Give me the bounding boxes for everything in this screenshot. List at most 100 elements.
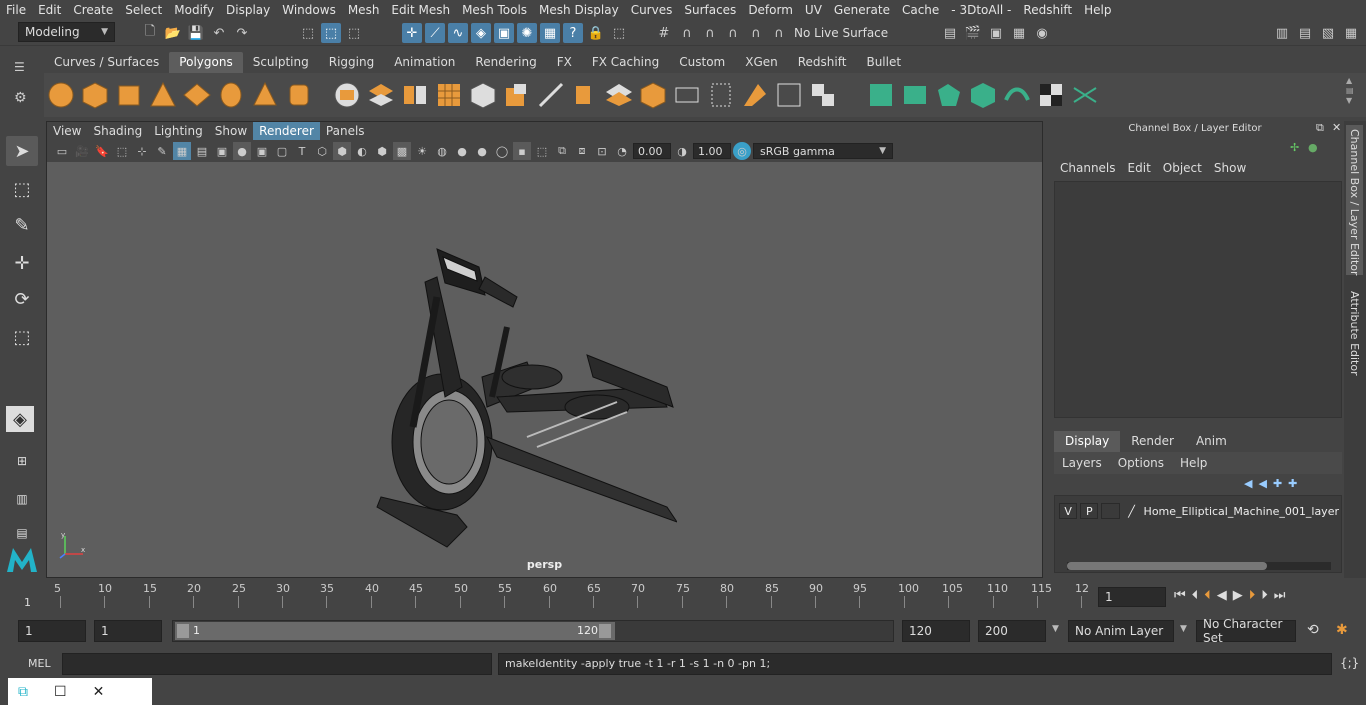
color-space-dropdown[interactable]: sRGB gamma ▼ (753, 143, 893, 159)
layer-visibility-toggle[interactable]: V (1059, 503, 1078, 519)
menu-file[interactable]: File (0, 3, 32, 17)
menu-create[interactable]: Create (67, 3, 119, 17)
motion-blur-icon[interactable]: ● (473, 142, 491, 160)
smudge-uv-icon[interactable] (1002, 80, 1032, 110)
range-end-grip[interactable] (599, 624, 611, 638)
layer-tab-display[interactable]: Display (1054, 431, 1121, 452)
insert-edge-loop-icon[interactable] (570, 80, 600, 110)
play-forwards-icon[interactable]: ▶ (1233, 588, 1243, 603)
channel-box-icon[interactable]: ▦ (1341, 23, 1361, 43)
poly-pipe-icon[interactable] (284, 80, 314, 110)
float-panel-icon[interactable]: ⧉ (1316, 121, 1324, 135)
menu-icon[interactable]: ☰ (14, 60, 25, 74)
film-gate-icon[interactable]: ▤ (193, 142, 211, 160)
exposure-field[interactable]: 0.00 (633, 143, 671, 159)
new-scene-icon[interactable]: 🗋 (140, 23, 160, 43)
smooth-shade-icon[interactable]: ⬢ (333, 142, 351, 160)
wireframe-on-shaded-icon[interactable]: ⬢ (373, 142, 391, 160)
two-pane-layout-icon[interactable]: ▥ (6, 484, 38, 514)
menu-select[interactable]: Select (119, 3, 168, 17)
step-back-frame-icon[interactable]: ⏴ (1204, 588, 1211, 603)
lock-selection-icon[interactable]: 🔒 (586, 23, 606, 43)
wireframe-icon[interactable]: ⬡ (313, 142, 331, 160)
snap-live-icon[interactable]: ∩ (746, 23, 766, 43)
symmetry-icon[interactable] (1070, 80, 1100, 110)
resolution-gate-icon[interactable]: ▣ (213, 142, 231, 160)
default-material-icon[interactable]: ◐ (353, 142, 371, 160)
playback-end-field[interactable]: 120 (902, 620, 970, 642)
menu-mesh[interactable]: Mesh (342, 3, 386, 17)
scrollbar-thumb[interactable] (1067, 562, 1267, 570)
bookmark-icon[interactable]: 🔖 (93, 142, 111, 160)
close-icon[interactable]: ✕ (93, 684, 105, 700)
shelf-tab-rendering[interactable]: Rendering (465, 52, 546, 73)
multi-cut-icon[interactable] (604, 80, 634, 110)
open-scene-icon[interactable]: 📂 (163, 23, 183, 43)
depth-of-field-icon[interactable]: ▪ (513, 142, 531, 160)
gamma-field[interactable]: 1.00 (693, 143, 731, 159)
animation-end-field[interactable]: 200 (978, 620, 1046, 642)
viewport-panel[interactable]: View Shading Lighting Show Renderer Panels ▭ … (46, 121, 1043, 578)
menu-cache[interactable]: Cache (896, 3, 945, 17)
poly-cone-icon[interactable] (148, 80, 178, 110)
poly-pyramid-icon[interactable] (250, 80, 280, 110)
save-scene-icon[interactable]: 💾 (186, 23, 206, 43)
color-management-icon[interactable]: ◎ (733, 142, 751, 160)
menu-modify[interactable]: Modify (168, 3, 220, 17)
snap-grid-icon[interactable]: # (654, 23, 674, 43)
poly-torus-icon[interactable] (216, 80, 246, 110)
snap-curve-icon[interactable]: ∩ (677, 23, 697, 43)
step-back-key-icon[interactable]: ⏴ (1192, 588, 1199, 603)
layer-name[interactable]: Home_Elliptical_Machine_001_layer (1144, 505, 1339, 518)
shelf-tab-sculpting[interactable]: Sculpting (243, 52, 319, 73)
anti-aliasing-icon[interactable]: ◯ (493, 142, 511, 160)
channel-box-area[interactable] (1054, 181, 1342, 418)
shelf-tab-polygons[interactable]: Polygons (169, 52, 243, 73)
menu-generate[interactable]: Generate (828, 3, 896, 17)
shelf-tab-fx-caching[interactable]: FX Caching (582, 52, 669, 73)
chevron-down-icon[interactable]: ▼ (1052, 624, 1059, 634)
poly-cube-icon[interactable] (80, 80, 110, 110)
xray-icon[interactable]: ▩ (393, 142, 411, 160)
shelf-tab-custom[interactable]: Custom (669, 52, 735, 73)
maya-window-icon[interactable]: ⧉ (18, 684, 28, 700)
poly-plane-icon[interactable] (182, 80, 212, 110)
screen-space-ao-icon[interactable]: ● (453, 142, 471, 160)
layer-playback-toggle[interactable]: P (1080, 503, 1099, 519)
viewport-menu-shading[interactable]: Shading (87, 122, 148, 140)
layer-list-scrollbar[interactable] (1067, 562, 1331, 570)
range-slider-handle[interactable] (175, 622, 615, 640)
manipulator-icon[interactable]: ✢ (1290, 141, 1299, 154)
safe-action-icon[interactable]: ▢ (273, 142, 291, 160)
bridge-icon[interactable] (536, 80, 566, 110)
layer-tab-render[interactable]: Render (1120, 431, 1185, 452)
poly-cylinder-icon[interactable] (114, 80, 144, 110)
channel-menu-show[interactable]: Show (1208, 161, 1252, 175)
shelf-tab-xgen[interactable]: XGen (735, 52, 788, 73)
planar-map-icon[interactable] (706, 80, 736, 110)
menu-edit-mesh[interactable]: Edit Mesh (385, 3, 456, 17)
redo-icon[interactable]: ↷ (232, 23, 252, 43)
menu-redshift[interactable]: Redshift (1017, 3, 1078, 17)
attribute-editor-icon[interactable]: ▤ (1295, 23, 1315, 43)
use-all-lights-icon[interactable]: ☀ (413, 142, 431, 160)
poly-sphere-icon[interactable] (46, 80, 76, 110)
shelf-tab-rigging[interactable]: Rigging (319, 52, 384, 73)
current-frame-value[interactable]: 1 (1098, 587, 1166, 607)
automatic-map-icon[interactable] (740, 80, 770, 110)
camera-select-icon[interactable]: ▭ (53, 142, 71, 160)
viewport-menu-view[interactable]: View (47, 122, 87, 140)
menu-3dtoall[interactable]: - 3DtoAll - (945, 3, 1017, 17)
render-frame-icon[interactable]: 🎬 (963, 23, 983, 43)
layer-tab-anim[interactable]: Anim (1185, 431, 1238, 452)
select-component-icon[interactable]: ⬚ (344, 23, 364, 43)
unfold-icon[interactable] (866, 80, 896, 110)
lasso-tool-icon[interactable]: ⬚ (6, 174, 38, 204)
snap-surface-icon[interactable]: ∩ (769, 23, 789, 43)
elliptical-machine-model[interactable] (367, 237, 677, 557)
shelf-tab-redshift[interactable]: Redshift (788, 52, 857, 73)
highlight-selection-icon[interactable]: ⬚ (609, 23, 629, 43)
layer-menu-help[interactable]: Help (1172, 456, 1215, 470)
mask-surfaces-icon[interactable]: ◈ (471, 23, 491, 43)
xray-components-icon[interactable]: ⊡ (593, 142, 611, 160)
